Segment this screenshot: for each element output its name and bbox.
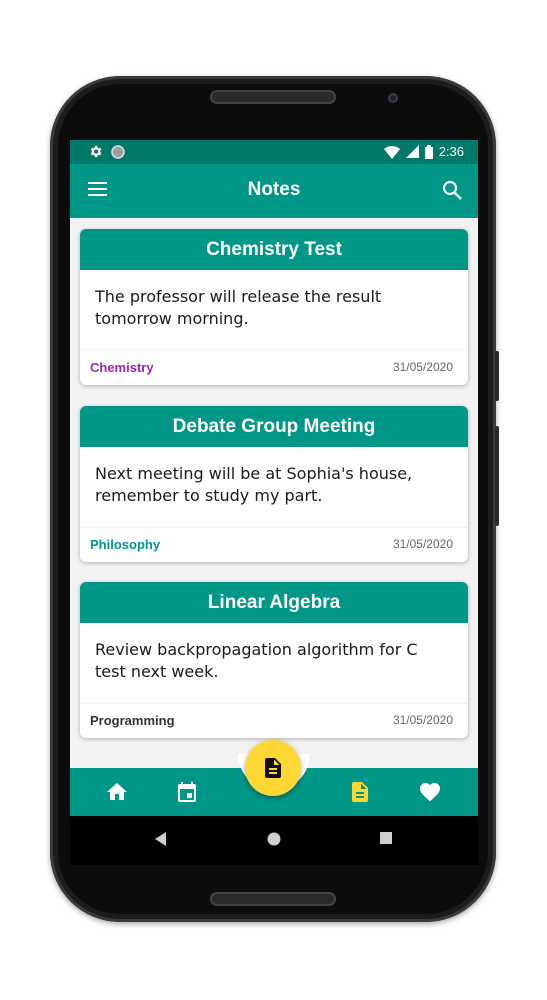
battery-icon (424, 144, 433, 159)
favorite-icon[interactable] (418, 780, 442, 804)
add-note-button[interactable] (245, 740, 301, 796)
calendar-icon[interactable] (175, 780, 199, 804)
wifi-icon (383, 145, 400, 159)
note-tag: Philosophy (90, 537, 161, 552)
note-date: 31/05/2020 (392, 713, 453, 727)
note-title: Linear Algebra (80, 582, 468, 623)
note-list: Chemistry Test The professor will releas… (70, 218, 478, 768)
top-speaker (210, 90, 336, 104)
sync-icon (111, 144, 125, 159)
status-time: 2:36 (438, 144, 464, 159)
note-title: Chemistry Test (80, 229, 468, 270)
note-body: Review backpropagation algorithm for C t… (95, 640, 418, 681)
volume-button (495, 351, 499, 401)
note-footer: Philosophy 31/05/2020 (80, 527, 468, 562)
note-tag: Chemistry (90, 360, 154, 375)
app-screen: 2:36 Notes Chemistry Test The professor … (70, 140, 478, 865)
note-card[interactable]: Debate Group Meeting Next meeting will b… (80, 406, 468, 562)
app-bar: Notes (70, 164, 478, 218)
note-card[interactable]: Linear Algebra Review backpropagation al… (80, 582, 468, 738)
front-camera (388, 93, 398, 103)
system-nav-bar (70, 816, 478, 865)
page-title: Notes (247, 179, 301, 200)
note-footer: Chemistry 31/05/2020 (80, 350, 468, 385)
note-footer: Programming 31/05/2020 (80, 703, 468, 738)
note-date: 31/05/2020 (392, 537, 453, 551)
bottom-speaker (210, 892, 336, 906)
home-icon[interactable] (105, 780, 129, 804)
cell-signal-icon (405, 145, 419, 158)
note-date: 31/05/2020 (392, 360, 453, 374)
power-button (495, 426, 499, 526)
status-bar: 2:36 (70, 140, 478, 164)
note-tag: Programming (90, 713, 175, 728)
note-card[interactable]: Chemistry Test The professor will releas… (80, 229, 468, 385)
settings-icon (90, 145, 102, 158)
notes-icon[interactable] (348, 780, 372, 804)
note-body: The professor will release the result to… (95, 287, 382, 328)
add-note-icon (265, 758, 281, 778)
recents-icon[interactable] (380, 832, 392, 844)
back-icon[interactable] (155, 832, 167, 846)
note-body: Next meeting will be at Sophia's house, … (95, 464, 413, 505)
home-button-icon[interactable] (267, 832, 281, 846)
note-title: Debate Group Meeting (80, 406, 468, 447)
search-icon[interactable] (442, 180, 462, 200)
